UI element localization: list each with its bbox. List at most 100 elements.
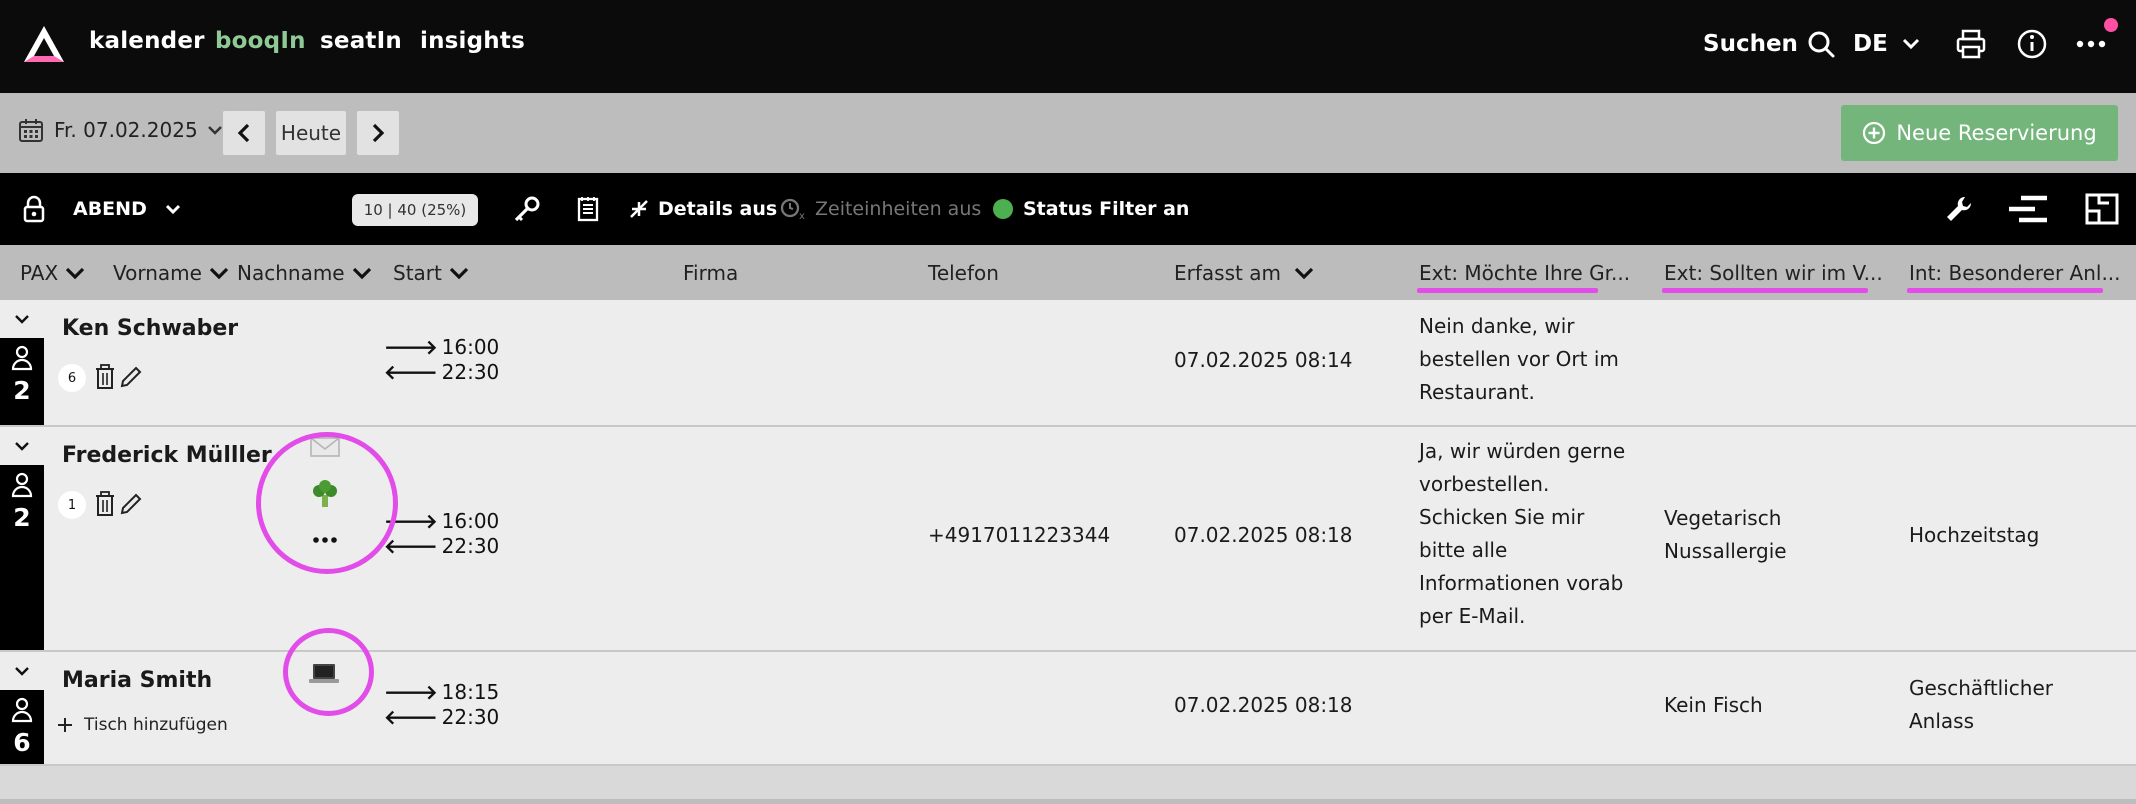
new-reservation-label: Neue Reservierung — [1896, 121, 2097, 145]
column-start[interactable]: Start — [393, 245, 470, 300]
guest-name[interactable]: Maria Smith — [62, 668, 212, 693]
time-units-label: Zeiteinheiten aus — [815, 198, 982, 220]
key-button[interactable] — [512, 173, 542, 245]
text-line: per E-Mail. — [1419, 604, 1526, 628]
info-button[interactable] — [2016, 22, 2048, 66]
column-telefon[interactable]: Telefon — [928, 245, 999, 300]
chevron-down-icon — [1902, 38, 1919, 50]
date-picker[interactable]: Fr. 07.02.2025 — [18, 117, 224, 143]
highlight-underline — [1662, 288, 1868, 293]
text-line: bitte alle — [1419, 538, 1508, 562]
key-icon — [514, 196, 540, 222]
start-time: 16:00 — [441, 509, 500, 533]
current-date: Fr. 07.02.2025 — [54, 118, 198, 142]
pencil-icon[interactable] — [119, 365, 143, 389]
nav-link-insights[interactable]: insights — [420, 28, 525, 54]
next-day-button[interactable] — [357, 111, 399, 155]
ext-gruppe-value: Ja, wir würden gerne vorbestellen. Schic… — [1419, 435, 1625, 633]
notification-dot — [2104, 18, 2118, 32]
column-pax-label: PAX — [20, 260, 59, 285]
guest-name[interactable]: Frederick Mülller — [62, 443, 272, 468]
nav-link-booqin[interactable]: booqIn — [215, 28, 306, 54]
bottom-border — [0, 799, 2136, 804]
erfasst-am-value: 07.02.2025 08:18 — [1174, 523, 1353, 547]
search-label: Suchen — [1703, 31, 1798, 57]
language-select[interactable]: DE — [1853, 22, 1922, 66]
nav-link-kalender[interactable]: kalender — [89, 28, 205, 54]
status-dot — [993, 199, 1013, 219]
chevron-down-icon — [449, 267, 468, 279]
time-units-toggle[interactable]: x Zeiteinheiten aus — [779, 173, 981, 245]
person-icon — [11, 345, 33, 371]
guest-name[interactable]: Ken Schwaber — [62, 316, 238, 341]
trash-icon[interactable] — [94, 364, 116, 390]
trash-icon[interactable] — [94, 491, 116, 517]
plus-circle-icon — [1863, 121, 1886, 145]
print-button[interactable] — [1955, 22, 1987, 66]
table-number-badge[interactable]: 1 — [58, 491, 86, 519]
status-filter-toggle[interactable]: Status Filter an — [993, 173, 1189, 245]
int-anlass-value: Geschäftlicher Anlass — [1909, 672, 2053, 738]
date-bar: Fr. 07.02.2025 Heute Neue Reservierung — [0, 93, 2136, 173]
chevron-down-icon — [207, 126, 222, 135]
column-nachname[interactable]: Nachname — [237, 245, 373, 300]
wrench-icon — [1947, 196, 1972, 221]
floorplan-view-button[interactable] — [2085, 173, 2119, 245]
end-time: 22:30 — [441, 360, 500, 384]
text-line: Restaurant. — [1419, 380, 1535, 404]
text-line: Nussallergie — [1664, 539, 1787, 563]
chevron-down-icon — [15, 667, 29, 676]
pax-sidebar: 6 — [0, 652, 44, 764]
table-number-badge[interactable]: 6 — [58, 364, 86, 392]
chevron-down-icon — [165, 204, 180, 215]
text-line: Anlass — [1909, 709, 1975, 733]
new-reservation-button[interactable]: Neue Reservierung — [1841, 105, 2118, 161]
text-line: vorbestellen. — [1419, 472, 1550, 496]
column-vorname-label: Vorname — [113, 260, 202, 285]
settings-button[interactable] — [1943, 173, 1975, 245]
notebook-icon — [577, 197, 599, 222]
list-view-button[interactable] — [576, 173, 600, 245]
text-line: Vegetarisch — [1664, 506, 1782, 530]
today-button[interactable]: Heute — [276, 111, 346, 155]
table-row[interactable]: 2 Ken Schwaber 6 🡒 16:00 🡐 22:30 07.02.202… — [0, 300, 2136, 427]
column-firma[interactable]: Firma — [683, 245, 738, 300]
more-menu-button[interactable] — [2076, 22, 2106, 66]
shift-label: ABEND — [73, 198, 147, 220]
nav-link-seatin[interactable]: seatIn — [320, 28, 402, 54]
erfasst-am-value: 07.02.2025 08:14 — [1174, 348, 1353, 372]
previous-day-button[interactable] — [223, 111, 265, 155]
toolbar: ABEND 10 | 40 (25%) Details aus x Zeitei… — [0, 173, 2136, 245]
pencil-icon[interactable] — [119, 492, 143, 516]
column-pax[interactable]: PAX — [20, 245, 86, 300]
expand-row-button[interactable] — [0, 427, 44, 465]
shift-select[interactable]: ABEND — [73, 173, 183, 245]
status-filter-label: Status Filter an — [1023, 198, 1190, 220]
column-erfasst-am[interactable]: Erfasst am — [1174, 245, 1315, 300]
timeline-view-button[interactable] — [2007, 173, 2049, 245]
column-nachname-label: Nachname — [237, 260, 345, 285]
text-line: Informationen vorab — [1419, 571, 1624, 595]
more-dots-icon — [2076, 40, 2106, 48]
add-table-button[interactable]: Tisch hinzufügen — [56, 715, 228, 735]
search-button[interactable]: Suchen — [1703, 22, 1836, 66]
text-line: bestellen vor Ort im — [1419, 347, 1619, 371]
chevron-down-icon — [1294, 267, 1314, 279]
chevron-down-icon — [15, 315, 29, 324]
expand-row-button[interactable] — [0, 300, 44, 338]
language-label: DE — [1853, 31, 1888, 57]
details-toggle[interactable]: Details aus — [628, 173, 777, 245]
calendar-icon — [19, 119, 43, 142]
person-icon — [11, 697, 33, 723]
text-line: Geschäftlicher — [1909, 676, 2053, 700]
text-line: Ja, wir würden gerne — [1419, 439, 1626, 463]
chevron-down-icon — [66, 267, 85, 279]
reservation-times: 🡒 18:15 🡐 22:30 — [384, 680, 499, 730]
lock-button[interactable] — [22, 173, 46, 245]
expand-row-button[interactable] — [0, 652, 44, 690]
top-navigation: kalender booqIn seatIn insights Suchen D… — [0, 0, 2136, 93]
triangle-logo-icon[interactable] — [22, 24, 66, 64]
column-vorname[interactable]: Vorname — [113, 245, 230, 300]
info-icon — [2017, 29, 2047, 59]
int-anlass-value: Hochzeitstag — [1909, 523, 2040, 547]
